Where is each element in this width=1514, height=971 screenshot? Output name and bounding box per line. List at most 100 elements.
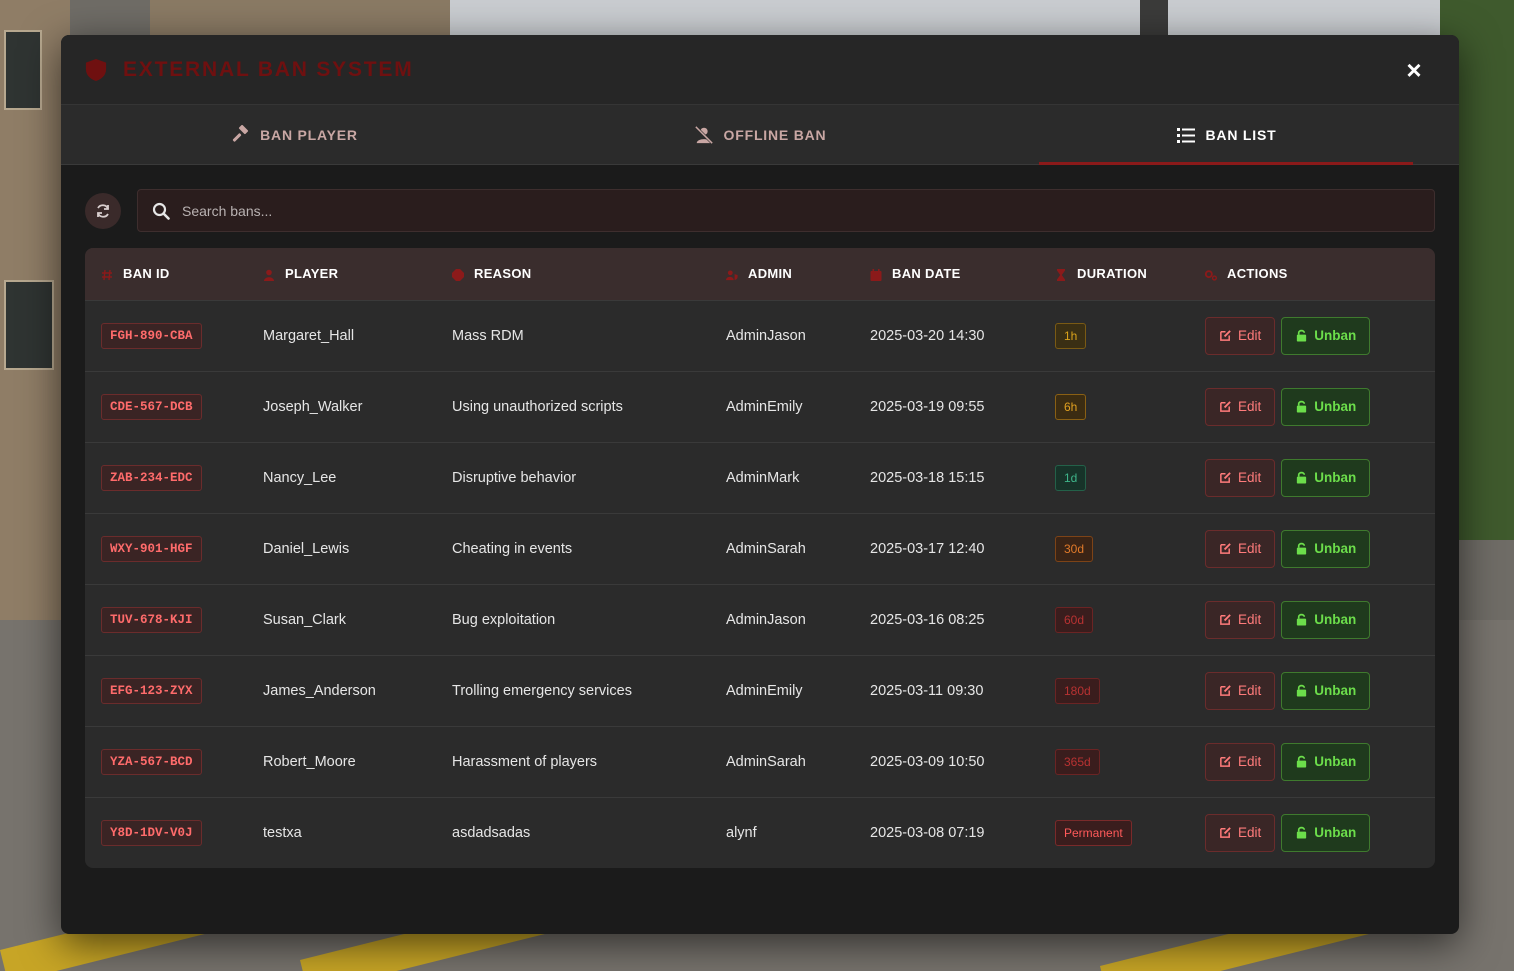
cell-admin: AdminMark — [726, 469, 800, 486]
edit-button-label: Edit — [1238, 399, 1262, 414]
cell-duration: 60d — [1039, 584, 1189, 655]
ban-id-badge: CDE-567-DCB — [101, 393, 202, 420]
edit-button[interactable]: Edit — [1205, 600, 1276, 639]
cell-duration: 30d — [1039, 513, 1189, 584]
edit-button-label: Edit — [1238, 825, 1262, 841]
cell-player: Joseph_Walker — [263, 398, 363, 415]
edit-button[interactable]: Edit — [1205, 387, 1276, 426]
edit-button[interactable]: Edit — [1205, 813, 1276, 852]
table-header-row: BAN ID PLAYER REASON ADMIN BAN DATE DURA… — [85, 248, 1435, 300]
edit-button[interactable]: Edit — [1205, 458, 1276, 497]
cell-player: Robert_Moore — [263, 753, 356, 770]
unban-button[interactable]: Unban — [1281, 742, 1371, 781]
column-header-duration[interactable]: DURATION — [1039, 248, 1189, 300]
cell-admin: AdminJason — [726, 327, 806, 344]
ban-table: BAN ID PLAYER REASON ADMIN BAN DATE DURA… — [85, 248, 1435, 868]
unlock-icon — [1297, 827, 1307, 839]
unban-button[interactable]: Unban — [1281, 458, 1371, 497]
cell-duration: 1d — [1039, 442, 1189, 513]
unban-button-label: Unban — [1314, 825, 1357, 841]
cell-duration: Permanent — [1039, 797, 1189, 868]
shield-icon — [85, 58, 107, 81]
edit-button-label: Edit — [1238, 328, 1262, 343]
search-input[interactable] — [182, 202, 1420, 219]
cell-ban-date: 2025-03-16 08:25 — [870, 611, 985, 628]
column-header-actions: ACTIONS — [1189, 248, 1435, 300]
cell-admin: AdminEmily — [726, 682, 803, 699]
calendar-icon — [870, 268, 882, 281]
close-button[interactable]: × — [1403, 57, 1425, 83]
list-icon — [1176, 127, 1195, 143]
edit-button[interactable]: Edit — [1205, 742, 1276, 781]
ban-id-badge: Y8D-1DV-V0J — [101, 819, 202, 846]
unban-button[interactable]: Unban — [1281, 387, 1371, 426]
search-box — [137, 189, 1435, 232]
cell-ban-date: 2025-03-19 09:55 — [870, 398, 985, 415]
column-header-admin[interactable]: ADMIN — [710, 248, 854, 300]
cell-reason: Harassment of players — [452, 753, 598, 770]
cell-reason: Bug exploitation — [452, 611, 556, 628]
tab-offline-ban[interactable]: OFFLINE BAN — [527, 105, 993, 164]
toolbar — [61, 165, 1459, 232]
duration-badge: 1d — [1055, 464, 1087, 491]
unban-button-label: Unban — [1314, 612, 1357, 627]
unban-button-label: Unban — [1314, 470, 1357, 485]
edit-icon — [1220, 543, 1231, 554]
cell-reason: Cheating in events — [452, 540, 573, 557]
column-header-ban-id[interactable]: BAN ID — [85, 248, 247, 300]
refresh-icon — [97, 203, 109, 218]
cell-admin: alynf — [726, 824, 757, 841]
unban-button[interactable]: Unban — [1281, 671, 1371, 710]
edit-button[interactable]: Edit — [1205, 316, 1276, 355]
tab-ban-list[interactable]: BAN LIST — [993, 105, 1459, 165]
refresh-button[interactable] — [85, 192, 121, 229]
table-row: ZAB-234-EDC Nancy_Lee Disruptive behavior A… — [85, 442, 1435, 513]
cell-ban-id: YZA-567-BCD — [85, 726, 247, 797]
cell-ban-id: WXY-901-HGF — [85, 513, 247, 584]
ban-id-badge: TUV-678-KJI — [101, 606, 202, 633]
edit-button[interactable]: Edit — [1205, 671, 1276, 710]
ban-id-badge: ZAB-234-EDC — [101, 464, 202, 491]
cell-admin: AdminEmily — [726, 398, 803, 415]
unban-button[interactable]: Unban — [1281, 813, 1371, 852]
cell-reason: Using unauthorized scripts — [452, 398, 623, 415]
column-header-player[interactable]: PLAYER — [247, 248, 436, 300]
duration-badge: 6h — [1055, 393, 1087, 420]
duration-badge: 60d — [1055, 606, 1094, 633]
cell-ban-id: FGH-890-CBA — [85, 300, 247, 371]
table-row: FGH-890-CBA Margaret_Hall Mass RDM AdminJas… — [85, 300, 1435, 371]
cell-ban-id: Y8D-1DV-V0J — [85, 797, 247, 868]
edit-button-label: Edit — [1238, 683, 1262, 698]
cell-ban-id: ZAB-234-EDC — [85, 442, 247, 513]
unban-button[interactable]: Unban — [1281, 600, 1371, 639]
duration-badge: 1h — [1055, 322, 1087, 349]
edit-button-label: Edit — [1238, 541, 1262, 556]
cell-duration: 365d — [1039, 726, 1189, 797]
cell-player: Margaret_Hall — [263, 327, 355, 344]
cell-actions: Edit Unban — [1189, 442, 1435, 513]
cell-actions: Edit Unban — [1189, 371, 1435, 442]
column-header-reason[interactable]: REASON — [436, 248, 710, 300]
edit-button[interactable]: Edit — [1205, 529, 1276, 568]
ban-id-badge: FGH-890-CBA — [101, 322, 202, 349]
unban-button-label: Unban — [1314, 683, 1357, 698]
table-row: WXY-901-HGF Daniel_Lewis Cheating in event… — [85, 513, 1435, 584]
tab-ban-player[interactable]: BAN PLAYER — [61, 105, 527, 164]
tab-label: BAN LIST — [1205, 126, 1277, 143]
page-title: EXTERNAL BAN SYSTEM — [123, 57, 414, 81]
unlock-icon — [1297, 755, 1307, 768]
column-header-ban-date[interactable]: BAN DATE — [854, 248, 1039, 300]
edit-button-label: Edit — [1238, 470, 1262, 485]
unban-button[interactable]: Unban — [1281, 529, 1371, 568]
unban-button-label: Unban — [1314, 754, 1357, 769]
table-row: YZA-567-BCD Robert_Moore Harassment of pla… — [85, 726, 1435, 797]
unban-button-label: Unban — [1314, 399, 1357, 414]
hourglass-icon — [1057, 268, 1065, 281]
ban-id-badge: YZA-567-BCD — [101, 748, 202, 775]
cell-player: Susan_Clark — [263, 611, 347, 628]
unban-button[interactable]: Unban — [1281, 316, 1371, 355]
unban-button-label: Unban — [1314, 328, 1357, 343]
unlock-icon — [1297, 684, 1307, 697]
cell-actions: Edit Unban — [1189, 655, 1435, 726]
unlock-icon — [1297, 613, 1307, 626]
